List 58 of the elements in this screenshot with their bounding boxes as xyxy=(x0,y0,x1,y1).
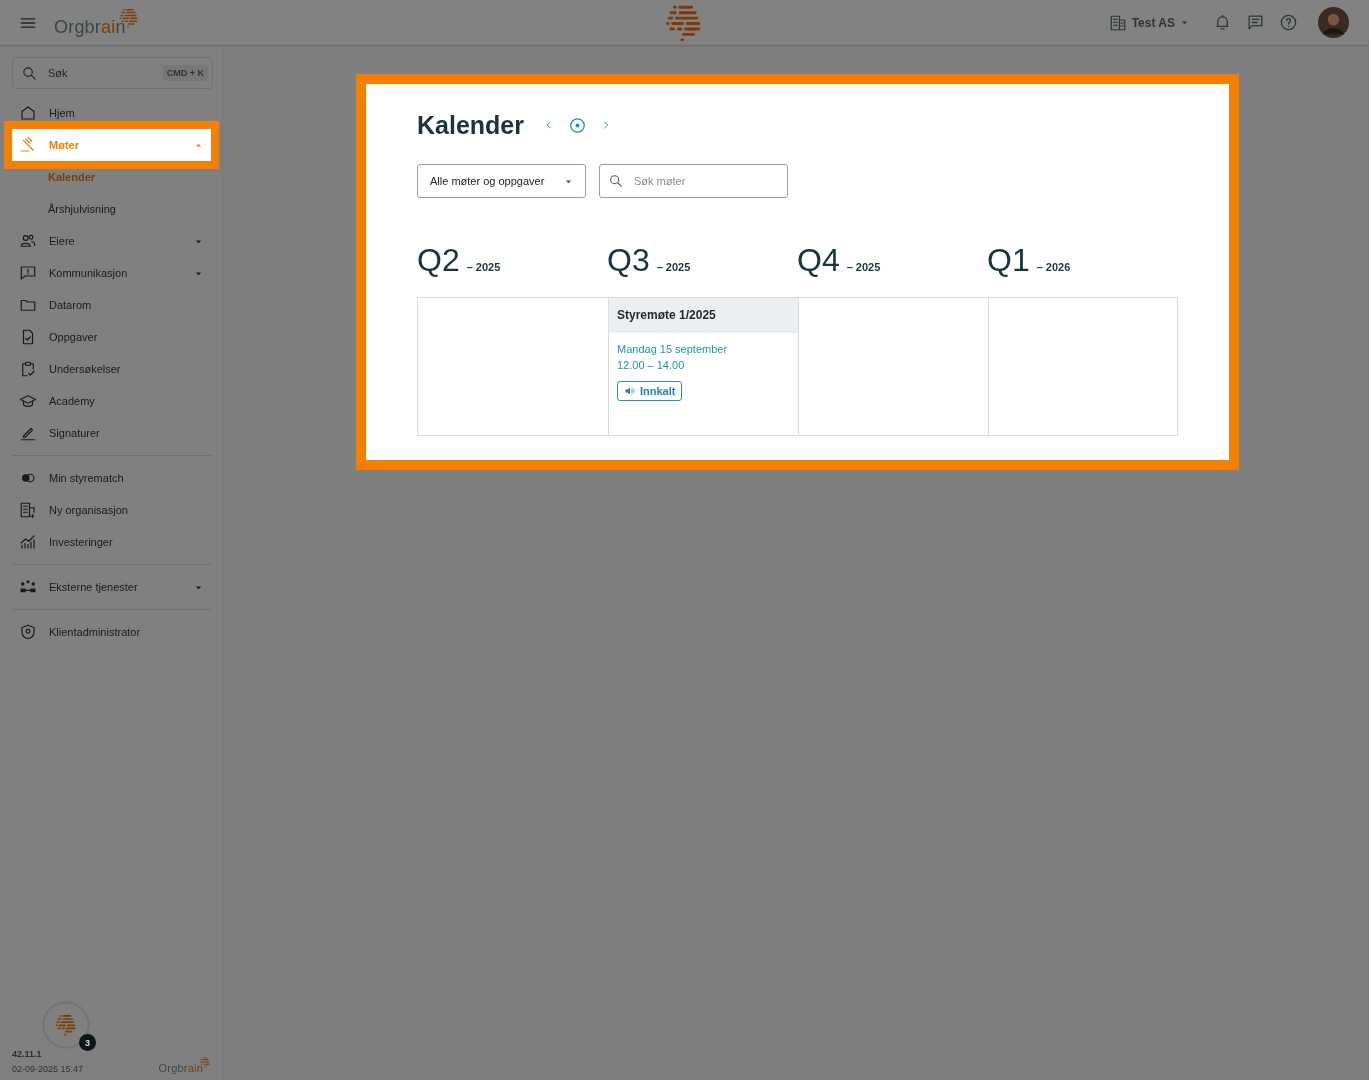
today-icon[interactable] xyxy=(568,115,587,135)
logo[interactable]: Orgbrain xyxy=(54,3,140,38)
search-icon xyxy=(608,173,624,189)
quarter-year: – 2025 xyxy=(846,261,881,273)
people-icon xyxy=(19,232,37,250)
shield-icon xyxy=(19,623,37,641)
quarter-year: – 2026 xyxy=(1036,261,1071,273)
quarter-label: Q1 xyxy=(987,242,1030,279)
page-title: Kalender xyxy=(417,110,524,140)
logo[interactable]: Orgbrain xyxy=(158,1053,211,1074)
nav-item[interactable]: Klientadministrator xyxy=(12,616,211,648)
search-bar[interactable]: Søk CMD + K xyxy=(12,57,213,89)
chart-icon xyxy=(19,533,37,551)
brain-icon xyxy=(54,1014,78,1036)
nav-subitem[interactable]: Årshjulvisning xyxy=(12,193,211,225)
filter-dropdown[interactable]: Alle møter og oppgaver xyxy=(417,164,586,198)
quarter-year: – 2025 xyxy=(656,261,691,273)
assistant-button[interactable] xyxy=(44,1003,88,1047)
building-icon xyxy=(19,501,37,519)
status-tag: Innkalt xyxy=(617,381,683,401)
event-title[interactable]: Styremøte 1/2025 xyxy=(609,298,798,333)
avatar[interactable] xyxy=(1318,7,1349,38)
event-time: 12.00 – 14.00 xyxy=(617,358,686,373)
cap-icon xyxy=(19,392,37,410)
nav-item[interactable]: Eksterne tjenester xyxy=(12,571,211,603)
gavel-icon xyxy=(19,136,37,154)
nav-item[interactable]: Kommunikasjon xyxy=(12,257,211,289)
nav-item[interactable]: Eiere xyxy=(12,225,211,257)
nav-item[interactable]: Undersøkelser xyxy=(12,353,211,385)
home-icon xyxy=(19,104,37,122)
nav-item[interactable]: Datarom xyxy=(12,289,211,321)
search-bar[interactable]: Søk møter xyxy=(599,164,788,198)
build-date: 02-09-2025 15:47 xyxy=(12,1064,84,1074)
search-icon xyxy=(21,64,38,82)
notification-badge: 3 xyxy=(79,1034,96,1051)
help-icon[interactable] xyxy=(1279,13,1298,32)
clipboard-check-icon xyxy=(19,360,37,378)
nav-item[interactable]: Min styrematch xyxy=(12,462,211,494)
event-date: Mandag 15 september xyxy=(617,342,729,357)
nav-item[interactable]: Academy xyxy=(12,385,211,417)
quarter-year: – 2025 xyxy=(466,261,501,273)
message-icon xyxy=(19,264,37,282)
organization-selector[interactable]: Test AS xyxy=(1108,13,1189,32)
search-input[interactable]: Søk xyxy=(46,66,155,80)
version-label: 42.11.1 xyxy=(12,1049,43,1059)
chat-icon[interactable] xyxy=(1246,13,1265,32)
nav-item[interactable]: Signaturer xyxy=(12,417,211,449)
shortcut-hint: CMD + K xyxy=(162,65,208,81)
nav-item[interactable]: Investeringer xyxy=(12,526,211,558)
quarter-label: Q3 xyxy=(607,242,650,279)
quarter-label: Q4 xyxy=(797,242,840,279)
nav-item[interactable]: Ny organisasjon xyxy=(12,494,211,526)
nav-item[interactable]: Hjem xyxy=(12,97,211,129)
bell-icon[interactable] xyxy=(1213,13,1232,32)
quarter-label: Q2 xyxy=(417,242,460,279)
speaker-icon xyxy=(624,385,636,397)
building-icon xyxy=(1108,13,1127,32)
nav-item[interactable]: Oppgaver xyxy=(12,321,211,353)
